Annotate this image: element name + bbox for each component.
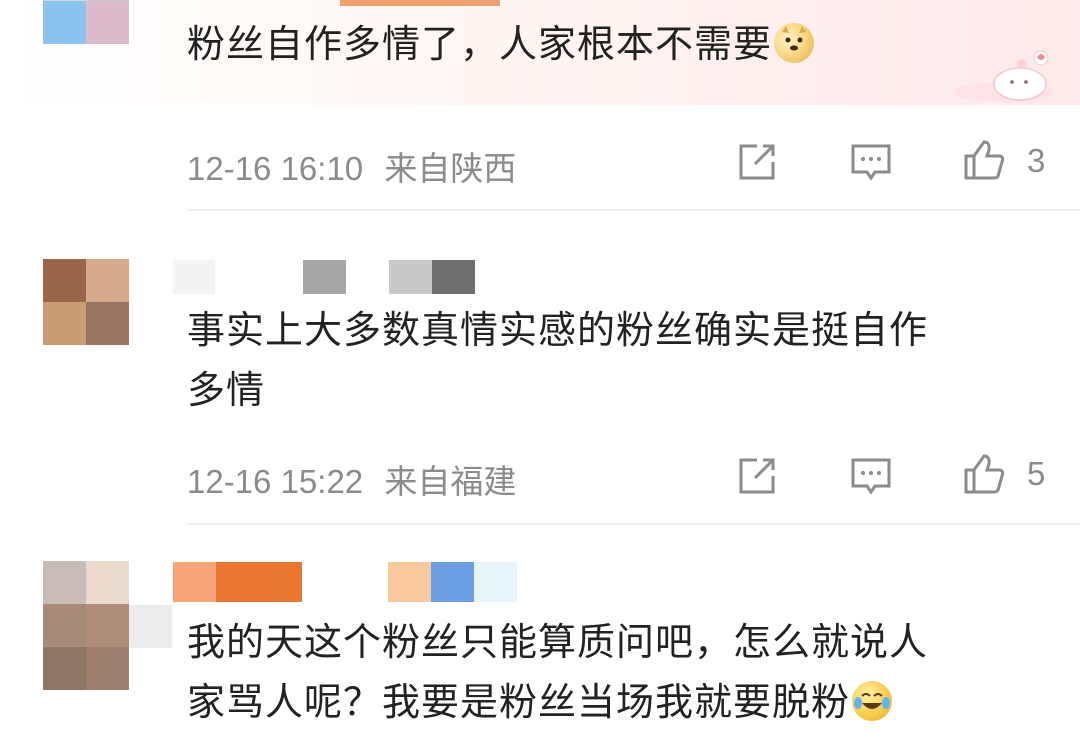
comment-item: 粉丝自作多情了，人家根本不需要 12-16 16:10 来自陕西 3 [0, 0, 1080, 212]
username[interactable] [340, 0, 500, 6]
comment-text-line: 家骂人呢？我要是粉丝当场我就要脱粉 [187, 678, 1057, 726]
comment-text: 我的天这个粉丝只能算质问吧，怎么就说人 家骂人呢？我要是粉丝当场我就要脱粉 [187, 618, 1057, 726]
comment-location: 来自陕西 [384, 150, 517, 187]
avatar-badge [129, 605, 172, 648]
comment-text-line: 我的天这个粉丝只能算质问吧，怎么就说人 [187, 620, 929, 664]
comment-text-line: 多情 [187, 368, 266, 412]
divider [187, 209, 1080, 211]
comment-location: 来自福建 [384, 463, 517, 500]
comment-meta: 12-16 16:10 来自陕西 [187, 142, 516, 190]
comment-time: 12-16 15:22 [187, 463, 364, 500]
thumbs-up-icon[interactable] [962, 138, 1006, 182]
username[interactable] [173, 562, 517, 602]
share-icon[interactable] [735, 140, 779, 184]
laugh-cry-emoji-icon [852, 681, 893, 721]
avatar[interactable] [43, 0, 129, 44]
comment-text: 粉丝自作多情了，人家根本不需要 [187, 20, 1057, 68]
comment-text-line: 事实上大多数真情实感的粉丝确实是挺自作 [187, 308, 929, 352]
comment-text: 事实上大多数真情实感的粉丝确实是挺自作 多情 [187, 306, 1057, 414]
comment-meta: 12-16 15:22 来自福建 [187, 455, 516, 503]
cat-sticker-decoration [955, 50, 1055, 102]
like-count: 3 [1027, 142, 1046, 179]
divider [187, 523, 1080, 525]
doge-emoji-icon [774, 23, 815, 63]
share-icon[interactable] [735, 454, 779, 498]
username[interactable] [173, 260, 475, 294]
comment-icon[interactable] [849, 454, 893, 498]
comment-icon[interactable] [849, 140, 893, 184]
comment-item: 我的天这个粉丝只能算质问吧，怎么就说人 家骂人呢？我要是粉丝当场我就要脱粉 [0, 526, 1080, 755]
avatar[interactable] [43, 561, 129, 690]
comment-item: 事实上大多数真情实感的粉丝确实是挺自作 多情 12-16 15:22 来自福建 … [0, 212, 1080, 526]
comment-time: 12-16 16:10 [187, 150, 364, 187]
avatar[interactable] [43, 259, 129, 345]
thumbs-up-icon[interactable] [962, 452, 1006, 496]
like-count: 5 [1027, 455, 1046, 492]
